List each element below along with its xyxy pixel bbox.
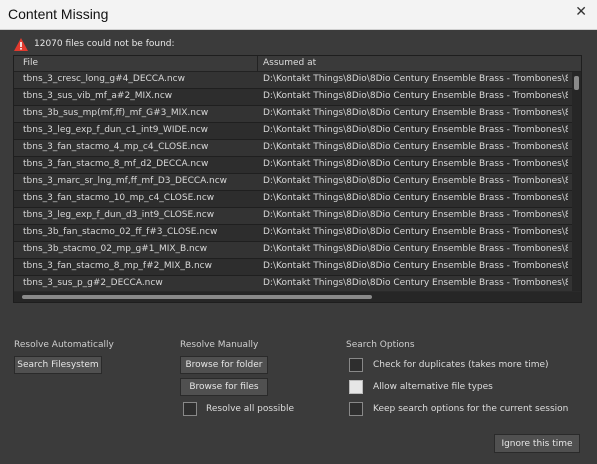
table-row[interactable]: tbns_3b_stacmo_02_mp_g#1_MIX_B.ncw D:\Kon… xyxy=(14,242,572,259)
assumed-at-cell: D:\Kontakt Things\8Dio\8Dio Century Ense… xyxy=(263,278,568,288)
column-header-assumed-at[interactable]: Assumed at xyxy=(263,58,316,68)
title-bar: Content Missing ✕ xyxy=(0,0,597,30)
file-cell: tbns_3_sus_p_g#2_DECCA.ncw xyxy=(23,278,163,288)
vertical-scrollbar[interactable] xyxy=(572,72,581,291)
horizontal-scrollbar[interactable] xyxy=(14,292,581,302)
file-cell: tbns_3_marc_sr_lng_mf,ff_mf_D3_DECCA.ncw xyxy=(23,176,228,186)
resolve-all-checkbox[interactable] xyxy=(183,402,197,416)
assumed-at-cell: D:\Kontakt Things\8Dio\8Dio Century Ense… xyxy=(263,108,568,118)
assumed-at-cell: D:\Kontakt Things\8Dio\8Dio Century Ense… xyxy=(263,227,568,237)
table-row[interactable]: tbns_3_fan_stacmo_4_mp_c4_CLOSE.ncw D:\Ko… xyxy=(14,140,572,157)
file-cell: tbns_3_fan_stacmo_4_mp_c4_CLOSE.ncw xyxy=(23,142,209,152)
file-cell: tbns_3_leg_exp_f_dun_c1_int9_WIDE.ncw xyxy=(23,125,208,135)
resolve-all-label: Resolve all possible xyxy=(206,404,295,414)
browse-for-folder-button[interactable]: Browse for folder xyxy=(180,356,268,374)
keep-search-options-label: Keep search options for the current sess… xyxy=(373,404,569,414)
file-cell: tbns_3_fan_stacmo_10_mp_c4_CLOSE.ncw xyxy=(23,193,215,203)
assumed-at-cell: D:\Kontakt Things\8Dio\8Dio Century Ense… xyxy=(263,193,568,203)
table-row[interactable]: tbns_3_sus_p_g#2_DECCA.ncw D:\Kontakt Thi… xyxy=(14,276,572,291)
window-title: Content Missing xyxy=(8,6,109,22)
table-row[interactable]: tbns_3_fan_stacmo_8_mf_d2_DECCA.ncw D:\Ko… xyxy=(14,157,572,174)
assumed-at-cell: D:\Kontakt Things\8Dio\8Dio Century Ense… xyxy=(263,125,568,135)
missing-files-table: File Assumed at tbns_3_cresc_long_g#4_DE… xyxy=(13,55,582,303)
browse-for-files-button[interactable]: Browse for files xyxy=(180,378,268,396)
column-header-file[interactable]: File xyxy=(23,58,38,68)
assumed-at-cell: D:\Kontakt Things\8Dio\8Dio Century Ense… xyxy=(263,244,568,254)
check-duplicates-label: Check for duplicates (takes more time) xyxy=(373,360,549,370)
file-cell: tbns_3_cresc_long_g#4_DECCA.ncw xyxy=(23,74,185,84)
table-row[interactable]: tbns_3_marc_sr_lng_mf,ff_mf_D3_DECCA.ncw… xyxy=(14,174,572,191)
assumed-at-cell: D:\Kontakt Things\8Dio\8Dio Century Ense… xyxy=(263,74,568,84)
file-cell: tbns_3_fan_stacmo_8_mp_f#2_MIX_B.ncw xyxy=(23,261,212,271)
table-row[interactable]: tbns_3b_fan_stacmo_02_ff_f#3_CLOSE.ncw D:… xyxy=(14,225,572,242)
file-cell: tbns_3b_sus_mp(mf,ff)_mf_G#3_MIX.ncw xyxy=(23,108,209,118)
table-row[interactable]: tbns_3_fan_stacmo_8_mp_f#2_MIX_B.ncw D:\K… xyxy=(14,259,572,276)
check-duplicates-checkbox[interactable] xyxy=(349,358,363,372)
resolve-automatically-heading: Resolve Automatically xyxy=(14,340,114,350)
close-icon[interactable]: ✕ xyxy=(575,4,587,20)
table-row[interactable]: tbns_3_cresc_long_g#4_DECCA.ncw D:\Kontak… xyxy=(14,72,572,89)
table-body: tbns_3_cresc_long_g#4_DECCA.ncw D:\Kontak… xyxy=(14,72,572,291)
table-header: File Assumed at xyxy=(14,56,581,72)
table-row[interactable]: tbns_3_sus_vib_mf_a#2_MIX.ncw D:\Kontakt … xyxy=(14,89,572,106)
vertical-scroll-thumb[interactable] xyxy=(574,76,579,90)
resolve-manually-heading: Resolve Manually xyxy=(180,340,259,350)
allow-alternative-types-checkbox[interactable] xyxy=(349,380,363,394)
warning-triangle-icon xyxy=(14,37,28,51)
file-cell: tbns_3b_stacmo_02_mp_g#1_MIX_B.ncw xyxy=(23,244,208,254)
table-row[interactable]: tbns_3_leg_exp_f_dun_d3_int9_CLOSE.ncw D:… xyxy=(14,208,572,225)
warning-text: 12070 files could not be found: xyxy=(34,39,175,49)
assumed-at-cell: D:\Kontakt Things\8Dio\8Dio Century Ense… xyxy=(263,159,568,169)
search-filesystem-button[interactable]: Search Filesystem xyxy=(14,356,102,374)
file-cell: tbns_3_sus_vib_mf_a#2_MIX.ncw xyxy=(23,91,173,101)
horizontal-scroll-thumb[interactable] xyxy=(22,295,372,299)
warning-message: 12070 files could not be found: xyxy=(14,36,175,52)
table-row[interactable]: tbns_3b_sus_mp(mf,ff)_mf_G#3_MIX.ncw D:\K… xyxy=(14,106,572,123)
assumed-at-cell: D:\Kontakt Things\8Dio\8Dio Century Ense… xyxy=(263,91,568,101)
file-cell: tbns_3_leg_exp_f_dun_d3_int9_CLOSE.ncw xyxy=(23,210,215,220)
allow-alternative-types-label: Allow alternative file types xyxy=(373,382,493,392)
table-row[interactable]: tbns_3_fan_stacmo_10_mp_c4_CLOSE.ncw D:\K… xyxy=(14,191,572,208)
assumed-at-cell: D:\Kontakt Things\8Dio\8Dio Century Ense… xyxy=(263,210,568,220)
assumed-at-cell: D:\Kontakt Things\8Dio\8Dio Century Ense… xyxy=(263,176,568,186)
content-missing-dialog: Content Missing ✕ 12070 files could not … xyxy=(0,0,597,464)
ignore-this-time-button[interactable]: Ignore this time xyxy=(494,434,580,453)
assumed-at-cell: D:\Kontakt Things\8Dio\8Dio Century Ense… xyxy=(263,142,568,152)
file-cell: tbns_3_fan_stacmo_8_mf_d2_DECCA.ncw xyxy=(23,159,209,169)
column-divider[interactable] xyxy=(257,56,258,71)
search-options-heading: Search Options xyxy=(346,340,415,350)
keep-search-options-checkbox[interactable] xyxy=(349,402,363,416)
file-cell: tbns_3b_fan_stacmo_02_ff_f#3_CLOSE.ncw xyxy=(23,227,218,237)
table-row[interactable]: tbns_3_leg_exp_f_dun_c1_int9_WIDE.ncw D:\… xyxy=(14,123,572,140)
assumed-at-cell: D:\Kontakt Things\8Dio\8Dio Century Ense… xyxy=(263,261,568,271)
